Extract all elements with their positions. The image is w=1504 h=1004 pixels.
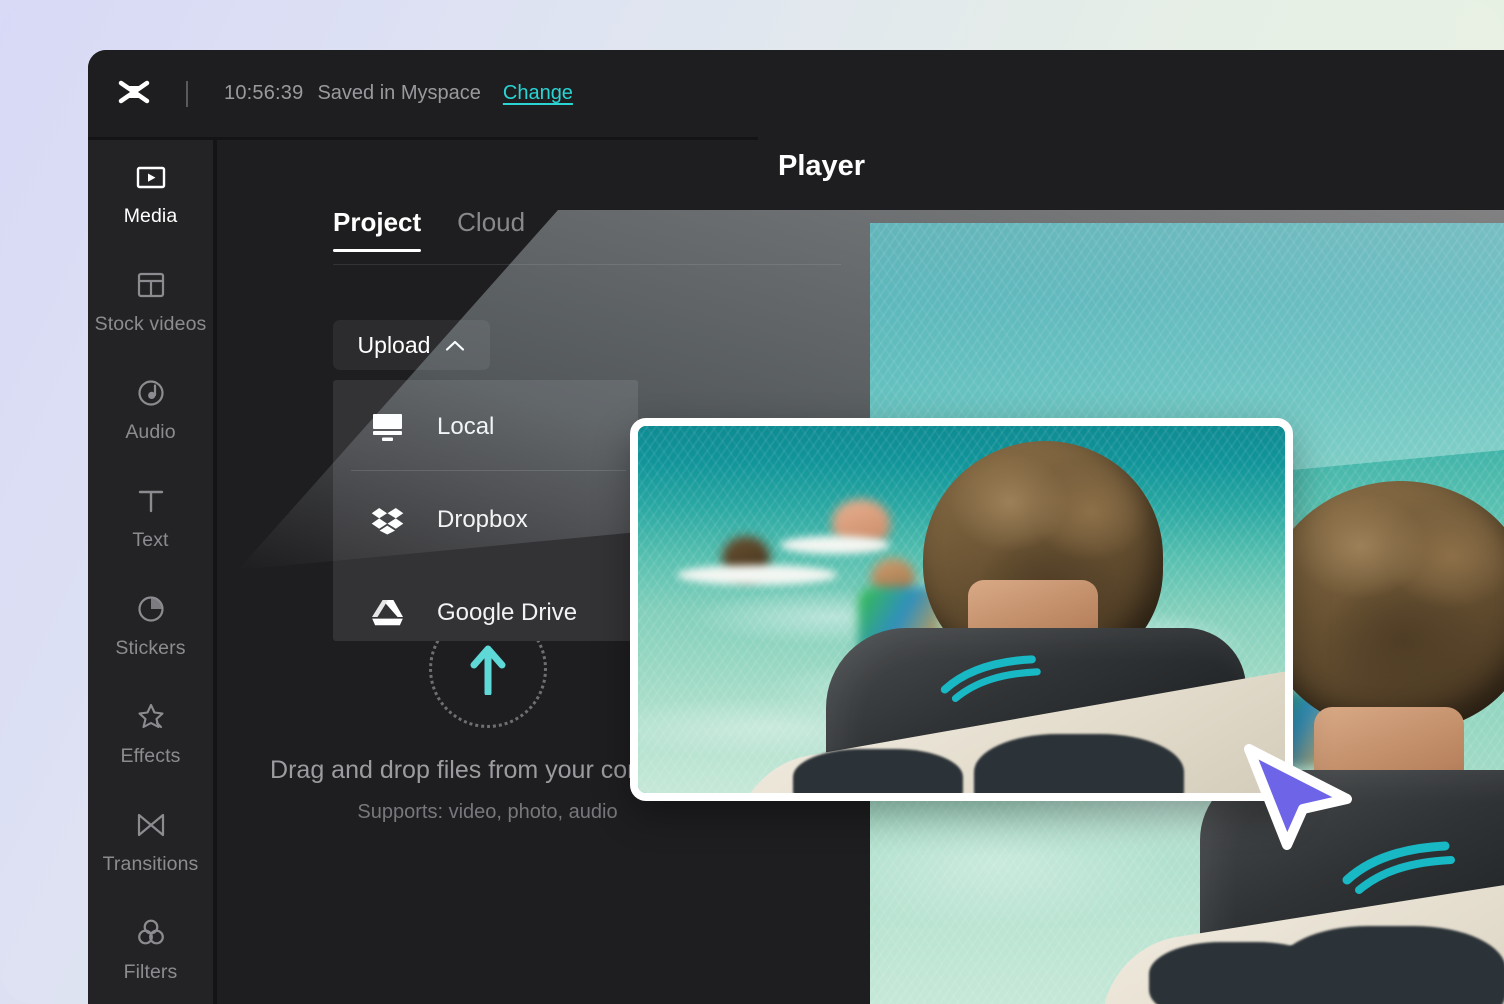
save-status: Saved in Myspace [317,82,480,105]
tab-project-label: Project [333,207,421,237]
left-sidebar: Media Stock videos Audio Text [88,140,213,1004]
wetsuit-brand-logo-icon [1339,840,1459,894]
chevron-up-icon [445,339,465,352]
google-drive-icon [371,598,404,628]
title-bar: 10:56:39 Saved in Myspace Change [88,50,758,137]
titlebar-bottom-rule [88,137,758,140]
thumb-wetsuit-brand-logo-icon [936,654,1046,702]
dragged-thumbnail-frame [638,426,1285,793]
sidebar-label-filters: Filters [124,961,178,984]
upload-dropdown-menu: Local Dropbox Google Driv [333,380,638,641]
dragged-media-thumbnail[interactable] [630,418,1293,801]
menu-divider [351,470,626,471]
capcut-logo-icon[interactable] [114,74,154,114]
tab-project[interactable]: Project [333,207,421,252]
menu-item-dropbox[interactable]: Dropbox [333,473,638,566]
sidebar-label-stickers: Stickers [115,637,185,660]
layout-grid-icon [134,268,168,302]
sticker-circle-icon [134,592,168,626]
menu-item-google-drive-label: Google Drive [437,599,577,627]
sidebar-item-filters[interactable]: Filters [88,896,213,1004]
sidebar-label-audio: Audio [125,421,175,444]
music-note-circle-icon [134,376,168,410]
tab-cloud-label: Cloud [457,207,525,237]
sidebar-divider [213,140,217,1004]
upload-button-label: Upload [358,332,431,359]
player-title: Player [778,150,865,183]
sidebar-label-effects: Effects [121,745,181,768]
change-location-link[interactable]: Change [503,82,573,105]
app-window: Player 10:5 [88,50,1504,1004]
media-play-frame-icon [134,160,168,194]
sidebar-item-transitions[interactable]: Transitions [88,788,213,896]
tabs-underline-rule [333,264,841,265]
sidebar-label-media: Media [124,205,178,228]
menu-item-google-drive[interactable]: Google Drive [333,566,638,641]
sidebar-item-media[interactable]: Media [88,140,213,248]
menu-item-dropbox-label: Dropbox [437,506,528,534]
sidebar-label-text: Text [132,529,168,552]
upload-arrow-icon [470,643,506,695]
session-time: 10:56:39 [224,82,303,105]
sidebar-item-stickers[interactable]: Stickers [88,572,213,680]
thumb-surfboard-artwork [974,734,1184,801]
media-tabs: Project Cloud [333,207,525,252]
sparkle-star-icon [134,700,168,734]
sidebar-item-text[interactable]: Text [88,464,213,572]
bowtie-transition-icon [134,808,168,842]
sidebar-item-effects[interactable]: Effects [88,680,213,788]
sidebar-label-transitions: Transitions [103,853,199,876]
tab-cloud[interactable]: Cloud [457,207,525,252]
upload-button[interactable]: Upload [333,320,490,370]
thumb-surfboard-artwork-2 [793,749,963,801]
sidebar-item-audio[interactable]: Audio [88,356,213,464]
monitor-icon [371,412,404,442]
titlebar-divider [186,81,188,107]
dropbox-icon [371,505,404,535]
text-t-icon [134,484,168,518]
arrow-cursor-icon [1243,743,1355,851]
sidebar-item-stock-videos[interactable]: Stock videos [88,248,213,356]
three-circles-icon [134,916,168,950]
dropzone-secondary-text: Supports: video, photo, audio [357,801,617,824]
menu-item-local[interactable]: Local [333,380,638,473]
surfboard-artwork-2 [1149,942,1329,1004]
sidebar-label-stock-videos: Stock videos [95,313,207,336]
menu-item-local-label: Local [437,413,494,441]
